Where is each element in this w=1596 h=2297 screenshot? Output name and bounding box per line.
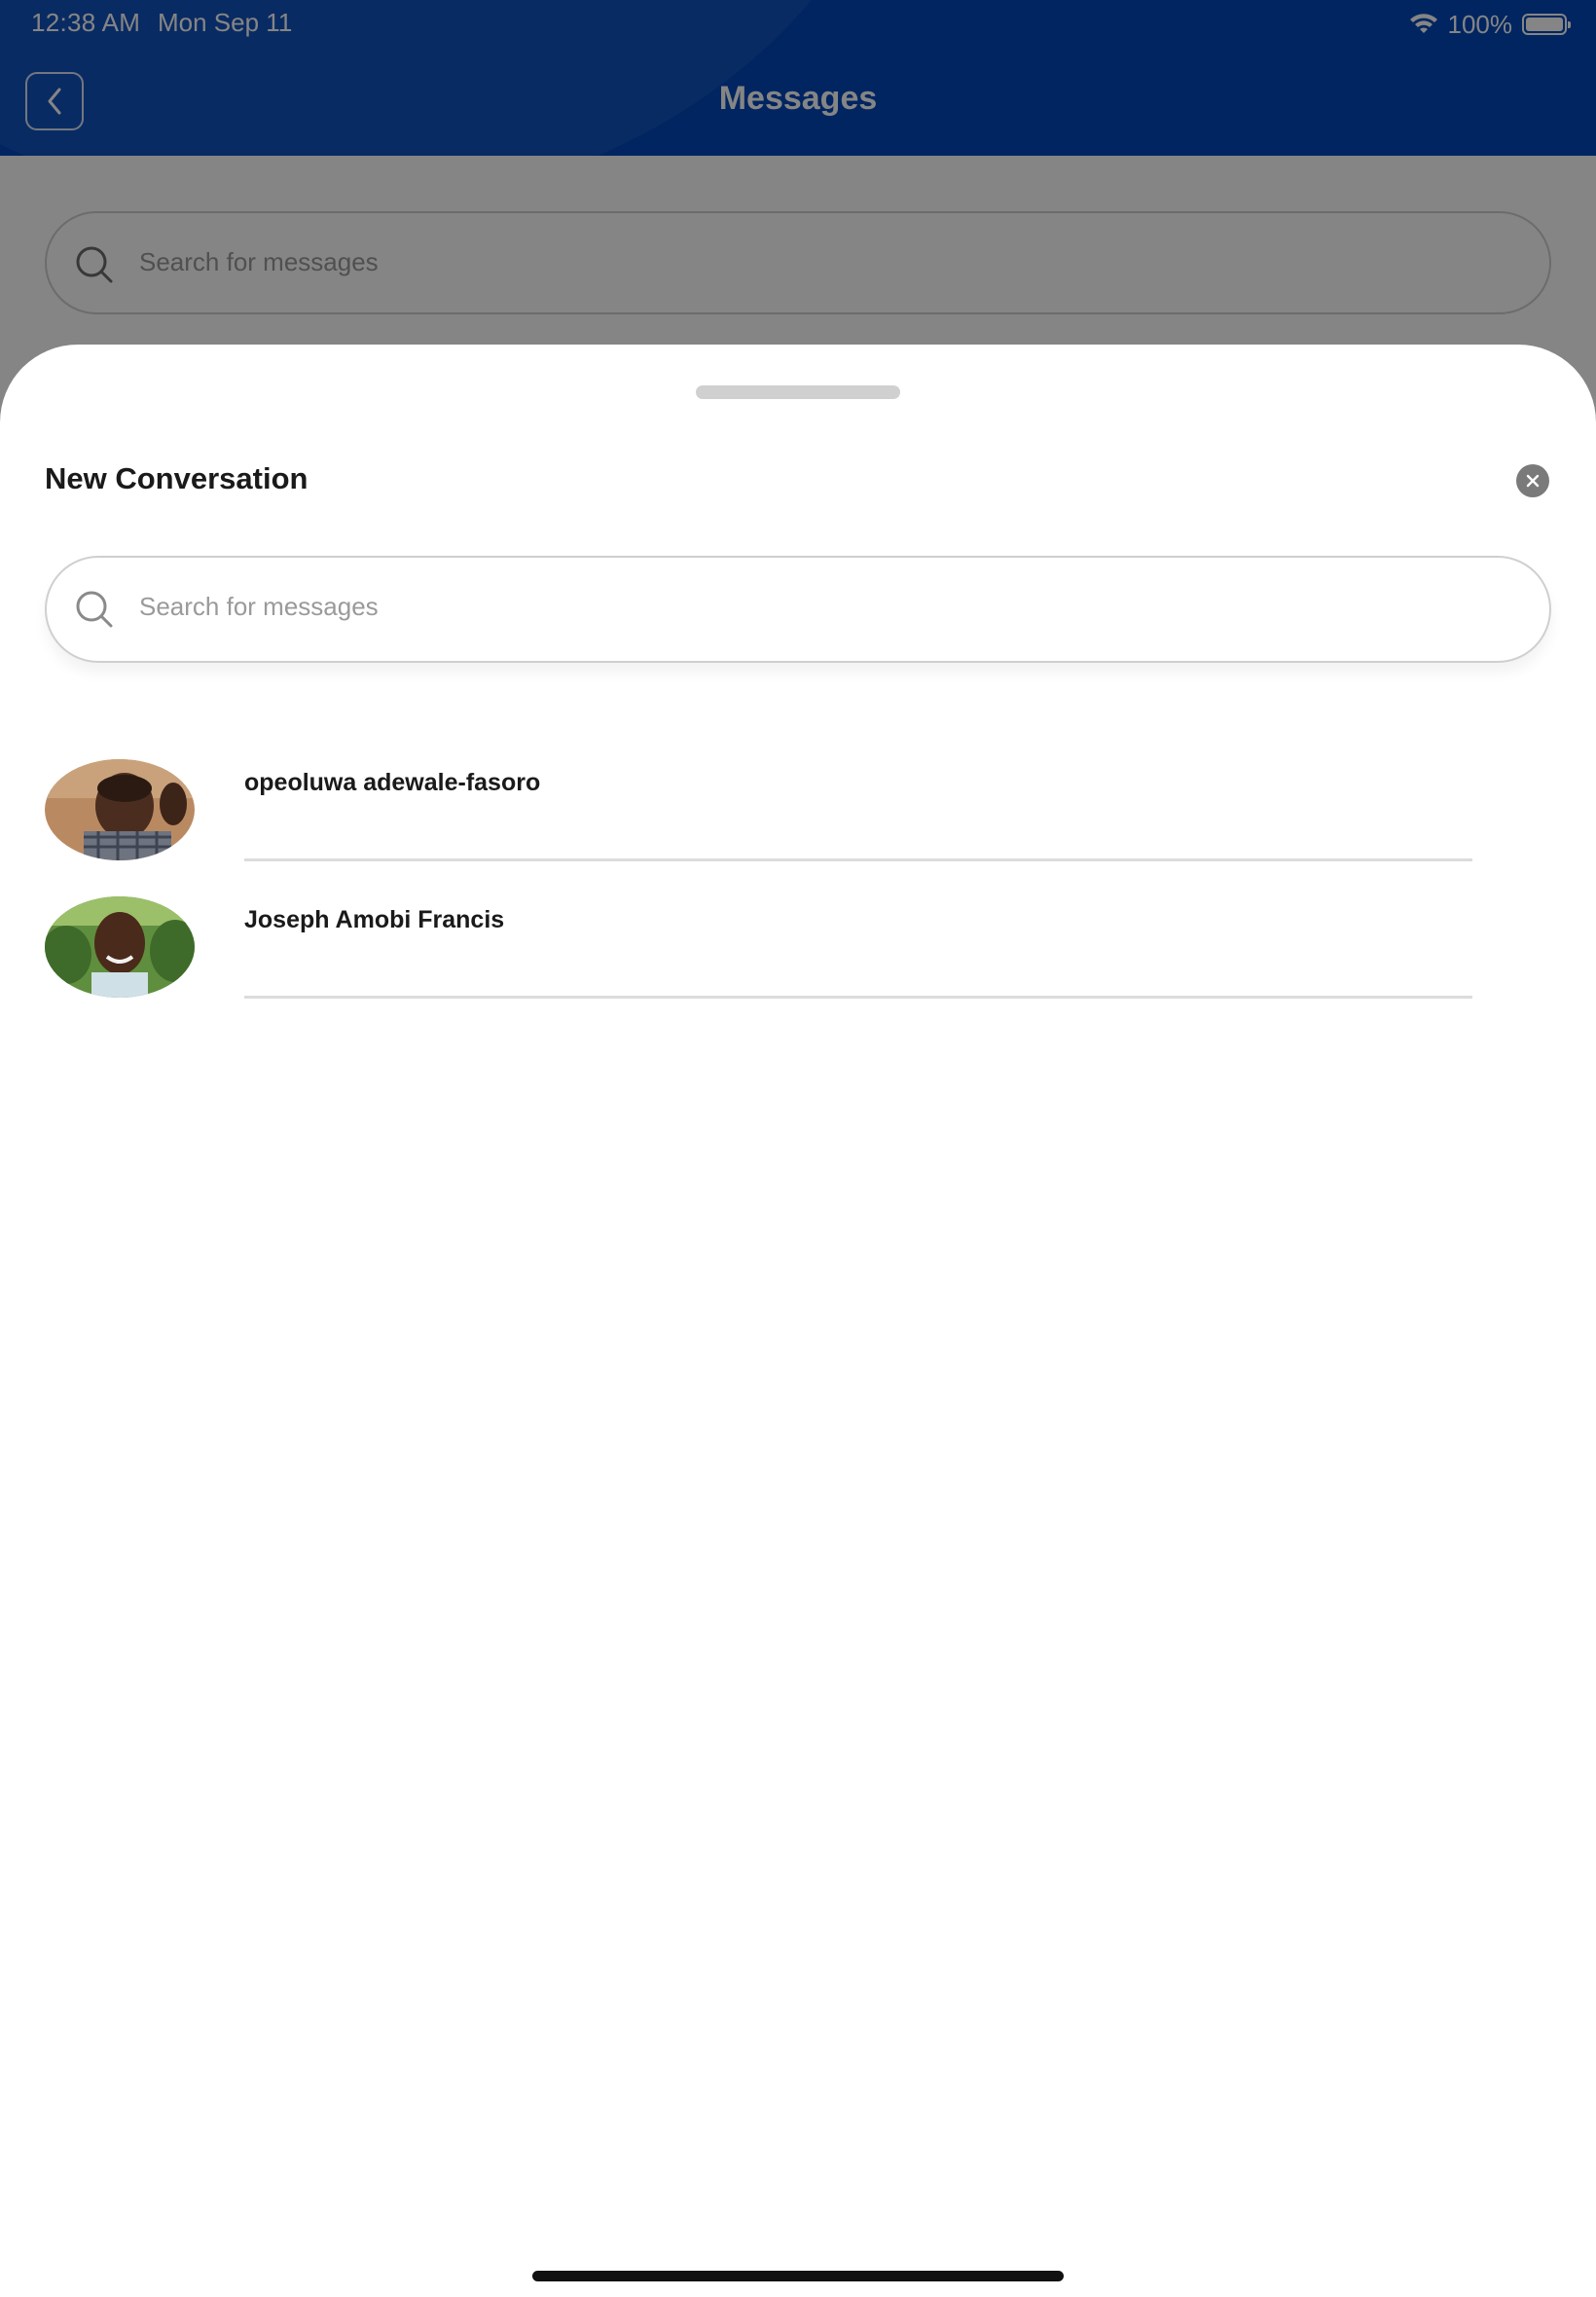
search-placeholder: Search for messages (139, 592, 379, 621)
search-icon (76, 591, 113, 628)
avatar (45, 759, 195, 860)
contact-row[interactable]: Joseph Amobi Francis (0, 896, 1596, 1023)
screen: 12:38 AM Mon Sep 11 100% Messages Search… (0, 0, 1596, 2297)
contact-search-input[interactable]: Search for messages (45, 556, 1551, 663)
contact-name: opeoluwa adewale-fasoro (244, 769, 541, 796)
divider (244, 858, 1472, 861)
divider (244, 996, 1472, 999)
sheet-title: New Conversation (45, 461, 308, 495)
contact-row[interactable]: opeoluwa adewale-fasoro (0, 759, 1596, 886)
avatar (45, 896, 195, 998)
home-indicator[interactable] (532, 2271, 1064, 2281)
close-icon (1526, 474, 1540, 488)
close-button[interactable] (1516, 464, 1549, 497)
sheet-grabber[interactable] (696, 385, 900, 399)
contact-name: Joseph Amobi Francis (244, 906, 505, 933)
